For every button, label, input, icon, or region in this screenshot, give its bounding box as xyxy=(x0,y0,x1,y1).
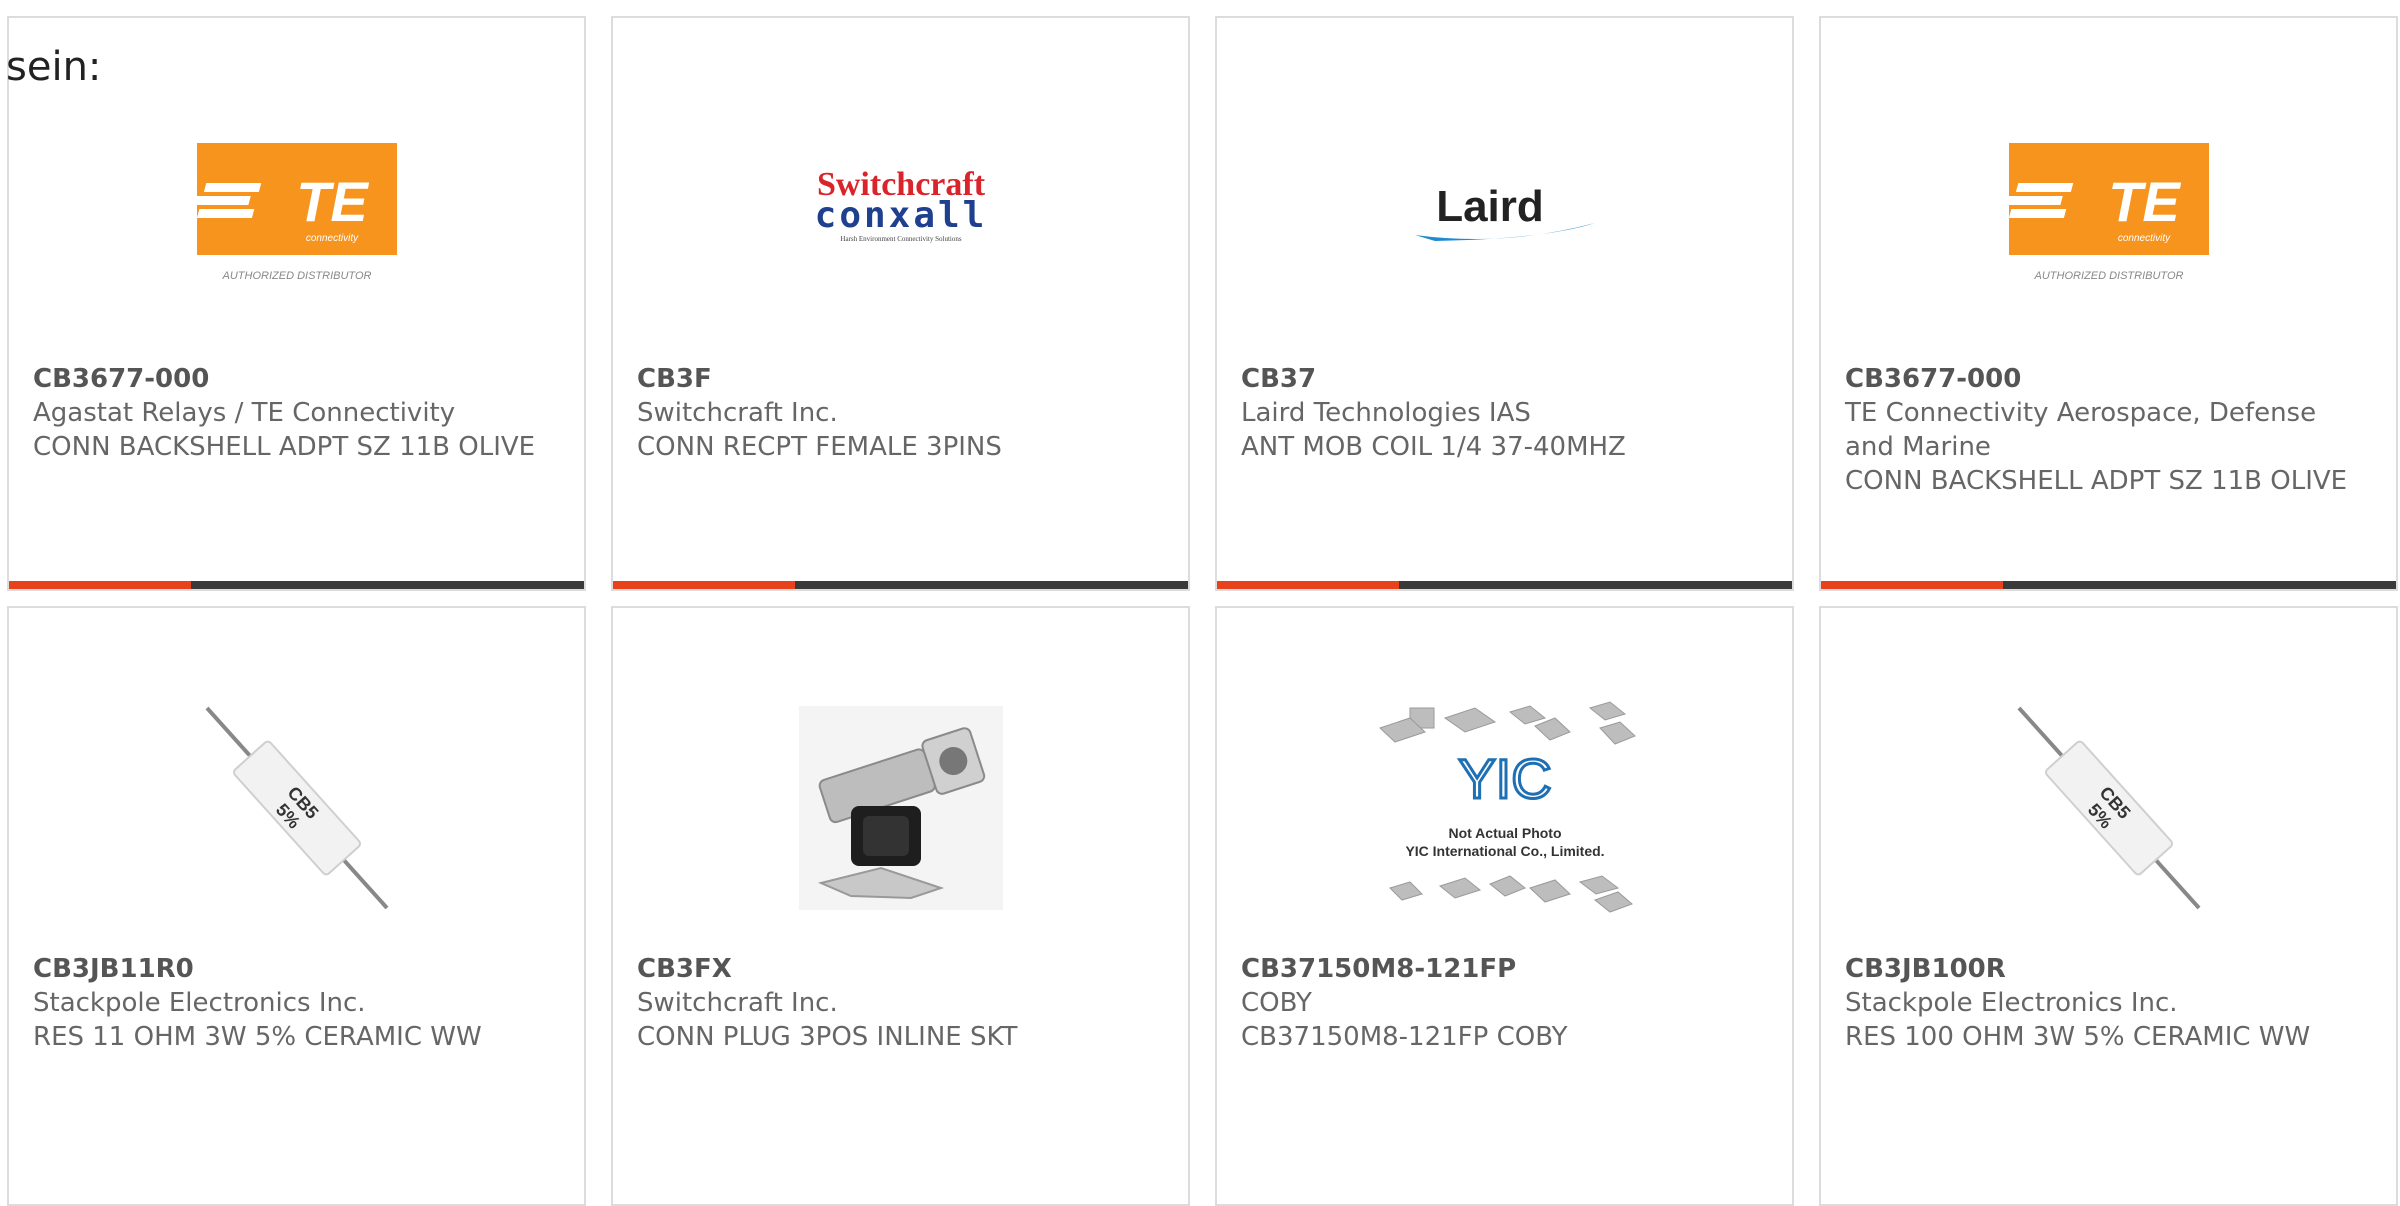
svg-text:YIC: YIC xyxy=(1458,747,1551,810)
manufacturer-logo: Switchcraft conxall Harsh Environment Co… xyxy=(613,98,1188,338)
part-number[interactable]: CB37150M8-121FP xyxy=(1241,952,1768,986)
card-bottom-bar xyxy=(613,581,1188,589)
svg-text:Not Actual Photo: Not Actual Photo xyxy=(1448,825,1561,841)
product-image: CB5 5% xyxy=(1821,688,2396,928)
manufacturer: COBY xyxy=(1241,988,1312,1018)
svg-text:AUTHORIZED DISTRIBUTOR: AUTHORIZED DISTRIBUTOR xyxy=(2033,270,2183,282)
svg-text:AUTHORIZED DISTRIBUTOR: AUTHORIZED DISTRIBUTOR xyxy=(221,270,371,282)
card-bottom-bar xyxy=(9,581,584,589)
description: CONN BACKSHELL ADPT SZ 11B OLIVE xyxy=(1845,466,2348,496)
svg-text:YIC International Co., Limited: YIC International Co., Limited. xyxy=(1405,843,1604,859)
description: CONN PLUG 3POS INLINE SKT xyxy=(637,1022,1018,1052)
description: RES 11 OHM 3W 5% CERAMIC WW xyxy=(33,1022,482,1052)
description: CONN RECPT FEMALE 3PINS xyxy=(637,432,1002,462)
part-number[interactable]: CB3FX xyxy=(637,952,1164,986)
manufacturer: Switchcraft Inc. xyxy=(637,988,838,1018)
part-number[interactable]: CB37 xyxy=(1241,362,1768,396)
manufacturer: TE Connectivity Aerospace, Defense and M… xyxy=(1845,398,2317,462)
product-card[interactable]: Switchcraft conxall Harsh Environment Co… xyxy=(611,16,1190,591)
part-number[interactable]: CB3677-000 xyxy=(33,362,560,396)
part-number[interactable]: CB3677-000 xyxy=(1845,362,2372,396)
svg-text:conxall: conxall xyxy=(814,195,987,236)
svg-text:TE: TE xyxy=(2108,170,2181,233)
product-card[interactable]: YIC Not Actual Photo YIC International C… xyxy=(1215,606,1794,1206)
part-number[interactable]: CB3JB11R0 xyxy=(33,952,560,986)
svg-text:Laird: Laird xyxy=(1436,182,1544,231)
card-bottom-bar xyxy=(1217,581,1792,589)
product-card[interactable]: CB5 5% CB3JB11R0 Stackpole Electronics I… xyxy=(7,606,586,1206)
manufacturer-logo: TE connectivity AUTHORIZED DISTRIBUTOR xyxy=(9,98,584,338)
product-card[interactable]: TE connectivity AUTHORIZED DISTRIBUTOR C… xyxy=(7,16,586,591)
product-card[interactable]: CB3FX Switchcraft Inc. CONN PLUG 3POS IN… xyxy=(611,606,1190,1206)
product-image xyxy=(613,688,1188,928)
card-bottom-bar xyxy=(1821,581,2396,589)
product-image: YIC Not Actual Photo YIC International C… xyxy=(1217,688,1792,928)
manufacturer-logo: Laird xyxy=(1217,98,1792,338)
intro-text: sein: xyxy=(6,44,102,90)
manufacturer: Agastat Relays / TE Connectivity xyxy=(33,398,456,428)
product-card[interactable]: TE connectivity AUTHORIZED DISTRIBUTOR C… xyxy=(1819,16,2398,591)
product-card[interactable]: CB5 5% CB3JB100R Stackpole Electronics I… xyxy=(1819,606,2398,1206)
description: CONN BACKSHELL ADPT SZ 11B OLIVE xyxy=(33,432,536,462)
part-number[interactable]: CB3JB100R xyxy=(1845,952,2372,986)
manufacturer-logo: TE connectivity AUTHORIZED DISTRIBUTOR xyxy=(1821,98,2396,338)
manufacturer: Stackpole Electronics Inc. xyxy=(33,988,366,1018)
manufacturer: Laird Technologies IAS xyxy=(1241,398,1531,428)
description: RES 100 OHM 3W 5% CERAMIC WW xyxy=(1845,1022,2311,1052)
description: CB37150M8-121FP COBY xyxy=(1241,1022,1568,1052)
part-number[interactable]: CB3F xyxy=(637,362,1164,396)
manufacturer: Stackpole Electronics Inc. xyxy=(1845,988,2178,1018)
svg-text:connectivity: connectivity xyxy=(305,233,358,244)
svg-text:TE: TE xyxy=(296,170,369,233)
svg-text:Harsh Environment Connectivity: Harsh Environment Connectivity Solutions xyxy=(840,235,961,243)
manufacturer: Switchcraft Inc. xyxy=(637,398,838,428)
product-card[interactable]: Laird CB37 Laird Technologies IAS ANT MO… xyxy=(1215,16,1794,591)
description: ANT MOB COIL 1/4 37-40MHZ xyxy=(1241,432,1626,462)
product-image: CB5 5% xyxy=(9,688,584,928)
svg-text:connectivity: connectivity xyxy=(2117,233,2170,244)
